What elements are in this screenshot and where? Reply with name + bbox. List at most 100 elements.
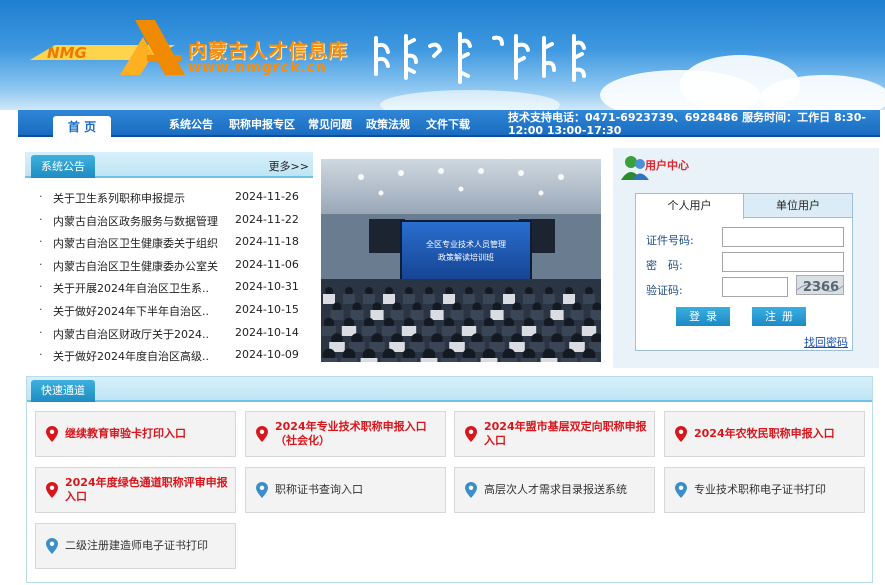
quick-link-label: 职称证书查询入口 xyxy=(275,483,363,496)
register-button[interactable]: 注册 xyxy=(752,307,806,326)
announcement-list: · 关于卫生系列职称申报提示 2024-11-26 · 内蒙古自治区政务服务与数据管理.… xyxy=(25,186,313,367)
map-pin-icon xyxy=(465,426,477,442)
quick-link-label: 二级注册建造师电子证书打印 xyxy=(65,539,208,552)
captcha-label: 验证码: xyxy=(646,284,683,297)
svg-text:NMG: NMG xyxy=(47,44,87,62)
map-pin-icon xyxy=(46,482,58,498)
map-pin-icon xyxy=(46,538,58,554)
user-center-title: 用户中心 xyxy=(645,159,689,172)
announcement-item[interactable]: · 关于开展2024年自治区卫生系.. 2024-10-31 xyxy=(25,276,313,299)
user-center-panel: 用户中心 个人用户 单位用户 证件号码: 密 码: 验证码: 2366 登录 注… xyxy=(613,148,879,368)
quick-link-label: 2024年度绿色通道职称评审申报入口 xyxy=(65,476,228,503)
quick-link-button[interactable]: 二级注册建造师电子证书打印 xyxy=(35,523,236,569)
map-pin-icon xyxy=(465,482,477,498)
map-pin-icon xyxy=(675,482,687,498)
announcement-title[interactable]: 内蒙古自治区财政厅关于2024.. xyxy=(53,326,219,342)
main-nav: 首 页 系统公告 职称申报专区 常见问题 政策法规 文件下载 技术支持电话：04… xyxy=(18,110,880,139)
tab-personal-user[interactable]: 个人用户 xyxy=(636,194,744,219)
announcement-title[interactable]: 内蒙古自治区政务服务与数据管理.. xyxy=(53,213,219,229)
id-number-input[interactable] xyxy=(722,227,844,247)
mongolian-script-title-icon xyxy=(374,32,586,84)
bullet: · xyxy=(39,280,43,294)
announcement-date: 2024-10-31 xyxy=(235,280,299,294)
site-title: 内蒙古人才信息库 xyxy=(188,40,349,62)
bullet: · xyxy=(39,235,43,249)
quick-link-label: 2024年农牧民职称申报入口 xyxy=(694,427,835,440)
nav-item-title-declaration[interactable]: 职称申报专区 xyxy=(229,116,295,132)
announcement-item[interactable]: · 内蒙古自治区政务服务与数据管理.. 2024-11-22 xyxy=(25,209,313,232)
quick-link-button[interactable]: 继续教育审验卡打印入口 xyxy=(35,411,236,457)
quick-link-label: 2024年盟市基层双定向职称申报入口 xyxy=(484,420,647,447)
bullet: · xyxy=(39,348,43,362)
bullet: · xyxy=(39,302,43,316)
announcement-title[interactable]: 内蒙古自治区卫生健康委关于组织.. xyxy=(53,235,219,251)
quick-link-button[interactable]: 2024年度绿色通道职称评审申报入口 xyxy=(35,467,236,513)
svg-text:全区专业技术人员管理: 全区专业技术人员管理 xyxy=(426,239,506,249)
quick-link-button[interactable]: 专业技术职称电子证书打印 xyxy=(664,467,865,513)
map-pin-icon xyxy=(675,426,687,442)
login-tabs: 个人用户 单位用户 xyxy=(636,194,852,219)
announcement-item[interactable]: · 内蒙古自治区卫生健康委办公室关.. 2024-11-06 xyxy=(25,254,313,277)
site-logo-icon[interactable]: NMG xyxy=(25,15,185,80)
announcement-item[interactable]: · 内蒙古自治区卫生健康委关于组织.. 2024-11-18 xyxy=(25,231,313,254)
quick-access-tab[interactable]: 快速通道 xyxy=(31,380,95,402)
announcement-item[interactable]: · 关于做好2024年下半年自治区.. 2024-10-15 xyxy=(25,299,313,322)
announcement-item[interactable]: · 内蒙古自治区财政厅关于2024.. 2024-10-14 xyxy=(25,322,313,345)
tab-organization-user[interactable]: 单位用户 xyxy=(744,194,852,218)
announcement-header: 系统公告 更多>> xyxy=(25,152,313,178)
map-pin-icon xyxy=(46,426,58,442)
bullet: · xyxy=(39,190,43,203)
captcha-input[interactable] xyxy=(722,277,788,297)
announcement-title[interactable]: 关于做好2024年度自治区高级.. xyxy=(53,348,219,364)
announcement-date: 2024-10-14 xyxy=(235,325,299,339)
announcement-date: 2024-10-15 xyxy=(235,302,299,316)
password-input[interactable] xyxy=(722,252,844,272)
password-label: 密 码: xyxy=(646,259,683,272)
site-header: NMG 内蒙古人才信息库 www.nmgrck.cn xyxy=(0,0,885,110)
announcement-item[interactable]: · 关于做好2024年度自治区高级.. 2024-10-09 xyxy=(25,344,313,367)
more-link[interactable]: 更多>> xyxy=(269,158,309,174)
login-box: 个人用户 单位用户 证件号码: 密 码: 验证码: 2366 登录 注册 找回密… xyxy=(635,193,853,351)
announcement-date: 2024-11-06 xyxy=(235,257,299,271)
quick-access-panel: 快速通道 继续教育审验卡打印入口 2024年专业技术职称申报入口（社会化） 2024… xyxy=(26,376,873,583)
map-pin-icon xyxy=(256,482,268,498)
forgot-password-link[interactable]: 找回密码 xyxy=(804,334,848,350)
quick-link-label: 高层次人才需求目录报送系统 xyxy=(484,483,627,496)
announcement-date: 2024-10-09 xyxy=(235,348,299,362)
bullet: · xyxy=(39,257,43,271)
quick-link-label: 2024年专业技术职称申报入口（社会化） xyxy=(275,420,427,447)
announcement-date: 2024-11-22 xyxy=(235,212,299,226)
bullet: · xyxy=(39,325,43,339)
announcement-item[interactable]: · 关于卫生系列职称申报提示 2024-11-26 xyxy=(25,186,313,209)
conference-photo[interactable]: 全区专业技术人员管理 政策解读培训班 xyxy=(321,159,601,362)
nav-item-faq[interactable]: 常见问题 xyxy=(308,116,352,132)
svg-text:政策解读培训班: 政策解读培训班 xyxy=(438,252,494,262)
announcement-date: 2024-11-26 xyxy=(235,190,299,203)
nav-item-announcements[interactable]: 系统公告 xyxy=(169,116,213,132)
quick-link-button[interactable]: 高层次人才需求目录报送系统 xyxy=(454,467,655,513)
cloud-decoration xyxy=(380,90,560,110)
quick-link-button[interactable]: 2024年农牧民职称申报入口 xyxy=(664,411,865,457)
announcement-title[interactable]: 关于开展2024年自治区卫生系.. xyxy=(53,280,219,296)
nav-item-policies[interactable]: 政策法规 xyxy=(366,116,410,132)
quick-link-button[interactable]: 2024年专业技术职称申报入口（社会化） xyxy=(245,411,446,457)
map-pin-icon xyxy=(256,426,268,442)
captcha-image[interactable]: 2366 xyxy=(796,275,844,295)
svg-text:2366: 2366 xyxy=(803,280,839,295)
announcement-title[interactable]: 内蒙古自治区卫生健康委办公室关.. xyxy=(53,258,219,274)
quick-access-header: 快速通道 xyxy=(27,377,872,402)
nav-item-downloads[interactable]: 文件下载 xyxy=(426,116,470,132)
announcement-panel: 系统公告 更多>> · 关于卫生系列职称申报提示 2024-11-26 · 内蒙古自治区… xyxy=(25,152,313,363)
announcement-title[interactable]: 关于卫生系列职称申报提示 xyxy=(53,190,219,206)
quick-link-button[interactable]: 2024年盟市基层双定向职称申报入口 xyxy=(454,411,655,457)
id-number-label: 证件号码: xyxy=(646,234,694,247)
announcement-tab[interactable]: 系统公告 xyxy=(31,155,95,178)
support-info: 技术支持电话：0471-6923739、6928486 服务时间：工作日 8:3… xyxy=(508,111,866,137)
login-button[interactable]: 登录 xyxy=(676,307,730,326)
site-url: www.nmgrck.cn xyxy=(188,60,327,76)
nav-home[interactable]: 首 页 xyxy=(53,116,111,139)
quick-link-button[interactable]: 职称证书查询入口 xyxy=(245,467,446,513)
bullet: · xyxy=(39,212,43,226)
announcement-title[interactable]: 关于做好2024年下半年自治区.. xyxy=(53,303,219,319)
announcement-date: 2024-11-18 xyxy=(235,235,299,249)
